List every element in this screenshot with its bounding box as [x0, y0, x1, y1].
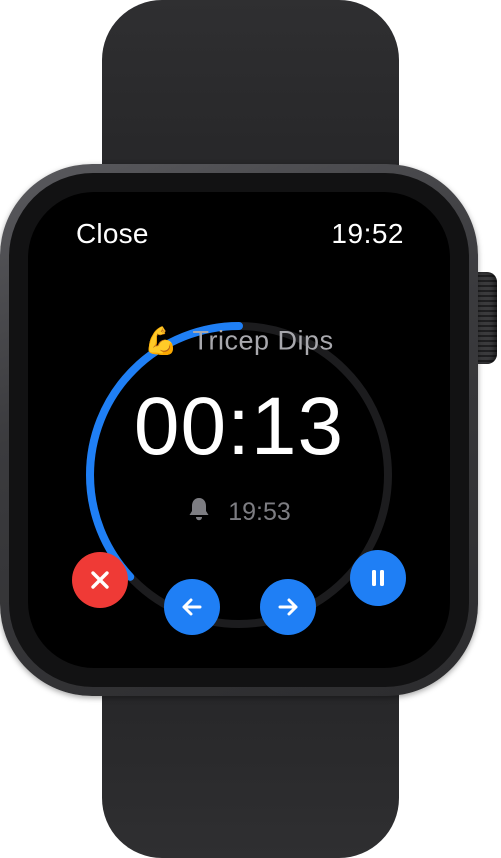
watch-screen: Close 19:52 💪 Tricep Dips 00:13 19:53 [28, 192, 450, 668]
flexed-biceps-icon: 💪 [144, 325, 179, 356]
x-icon [91, 571, 109, 589]
arrow-left-icon [182, 598, 202, 616]
alarm-row: 19:53 [28, 496, 450, 529]
watch-band-top [102, 0, 399, 190]
pause-button[interactable] [350, 550, 406, 606]
arrow-right-icon [278, 598, 298, 616]
cancel-button[interactable] [72, 552, 128, 608]
exercise-title: 💪 Tricep Dips [28, 324, 450, 357]
pause-icon [372, 570, 384, 586]
previous-button[interactable] [164, 579, 220, 635]
alarm-time: 19:53 [228, 498, 291, 526]
bell-icon [187, 496, 211, 529]
timer-display: 00:13 [133, 381, 345, 472]
watch-band-bottom [102, 668, 399, 858]
exercise-name: Tricep Dips [192, 325, 334, 356]
next-button[interactable] [260, 579, 316, 635]
